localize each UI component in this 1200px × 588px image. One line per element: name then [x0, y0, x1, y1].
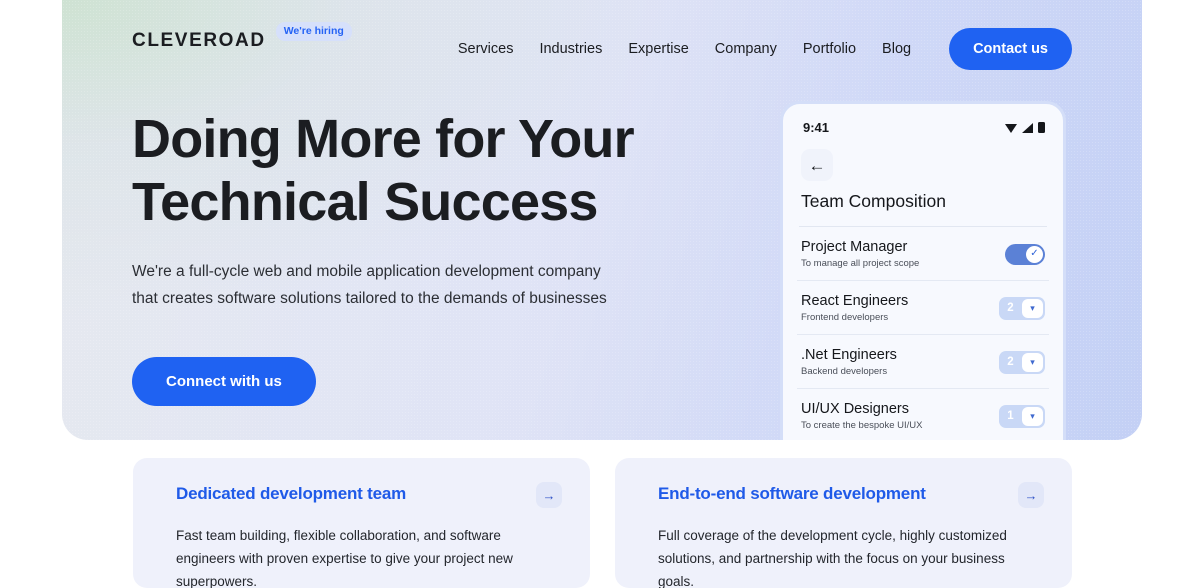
list-item[interactable]: UI/UX Designers To create the bespoke UI… [797, 389, 1049, 440]
team-composition-list: Project Manager To manage all project sc… [783, 227, 1063, 440]
chevron-down-icon[interactable]: ▾ [1022, 352, 1043, 372]
status-icon-group [1005, 122, 1045, 133]
arrow-right-icon[interactable]: → [1018, 482, 1044, 508]
brand-logo: CLEVEROAD [132, 30, 266, 51]
toggle-knob: ✓ [1026, 245, 1043, 263]
hero-subtitle: We're a full-cycle web and mobile applic… [132, 259, 732, 313]
nav-item-blog[interactable]: Blog [882, 41, 911, 57]
headline-line-1: Doing More for Your [132, 109, 635, 169]
list-item[interactable]: Project Manager To manage all project sc… [797, 227, 1049, 281]
react-engineers-stepper[interactable]: 2 ▾ [999, 296, 1045, 320]
hero-content: Doing More for Your Technical Success We… [132, 108, 732, 406]
role-name: UI/UX Designers [801, 401, 909, 417]
chevron-down-icon[interactable]: ▾ [1022, 406, 1043, 426]
project-manager-toggle[interactable]: ✓ [1005, 243, 1045, 265]
feature-cards: Dedicated development team → Fast team b… [133, 458, 1072, 588]
stepper-count: 2 [1007, 302, 1014, 314]
card-dedicated-development-team[interactable]: Dedicated development team → Fast team b… [133, 458, 590, 588]
arrow-right-icon[interactable]: → [536, 482, 562, 508]
card-description: Fast team building, flexible collaborati… [176, 528, 513, 588]
nav-item-services[interactable]: Services [458, 41, 514, 57]
role-name: Project Manager [801, 239, 908, 255]
main-nav: Services Industries Expertise Company Po… [458, 28, 1072, 70]
back-button[interactable]: ← [801, 149, 833, 181]
page-root: CLEVEROAD We're hiring Services Industri… [0, 0, 1200, 588]
net-engineers-stepper[interactable]: 2 ▾ [999, 350, 1045, 374]
role-name: .Net Engineers [801, 347, 897, 363]
nav-item-industries[interactable]: Industries [539, 41, 602, 57]
role-text-group: .Net Engineers Backend developers [801, 347, 897, 377]
chevron-down-icon[interactable]: ▾ [1022, 298, 1043, 318]
list-item[interactable]: .Net Engineers Backend developers 2 ▾ [797, 335, 1049, 389]
battery-icon [1038, 122, 1045, 133]
nav-item-company[interactable]: Company [715, 41, 777, 57]
role-text-group: Project Manager To manage all project sc… [801, 239, 919, 269]
wifi-icon [1005, 124, 1017, 133]
role-description: Frontend developers [801, 312, 889, 323]
connect-with-us-button[interactable]: Connect with us [132, 356, 316, 406]
role-text-group: UI/UX Designers To create the bespoke UI… [801, 401, 922, 431]
contact-us-button[interactable]: Contact us [949, 28, 1072, 70]
back-arrow-icon: ← [808, 155, 826, 175]
role-description: To manage all project scope [801, 258, 920, 269]
card-description: Full coverage of the development cycle, … [658, 528, 1007, 588]
nav-item-portfolio[interactable]: Portfolio [803, 41, 856, 57]
list-item[interactable]: React Engineers Frontend developers 2 ▾ [797, 281, 1049, 335]
role-text-group: React Engineers Frontend developers [801, 293, 908, 323]
page-title: Doing More for Your Technical Success [132, 108, 732, 233]
signal-icon [1022, 123, 1033, 133]
card-title: End-to-end software development [658, 484, 926, 503]
role-name: React Engineers [801, 293, 909, 309]
check-icon: ✓ [1030, 248, 1039, 259]
role-description: Backend developers [801, 366, 888, 377]
hero-section: CLEVEROAD We're hiring Services Industri… [62, 0, 1142, 440]
top-navigation-bar: CLEVEROAD We're hiring Services Industri… [62, 0, 1142, 96]
stepper-count: 2 [1007, 356, 1014, 368]
card-header: End-to-end software development → [658, 482, 1044, 508]
card-end-to-end-software-development[interactable]: End-to-end software development → Full c… [615, 458, 1072, 588]
screen-title: Team Composition [801, 191, 946, 211]
card-header: Dedicated development team → [176, 482, 562, 508]
subtitle-line-1: We're a full-cycle web and mobile applic… [132, 263, 601, 281]
phone-mockup: 9:41 ← Team Composition Project Manager … [780, 101, 1066, 440]
uiux-designers-stepper[interactable]: 1 ▾ [999, 404, 1045, 428]
hiring-badge[interactable]: We're hiring [275, 22, 352, 41]
card-title: Dedicated development team [176, 484, 407, 503]
brand-logo-group[interactable]: CLEVEROAD We're hiring [132, 22, 352, 52]
stepper-count: 1 [1007, 410, 1014, 422]
nav-item-expertise[interactable]: Expertise [628, 41, 688, 57]
headline-line-2: Technical Success [132, 171, 598, 232]
subtitle-line-2: that creates software solutions tailored… [132, 290, 607, 308]
role-description: To create the bespoke UI/UX [801, 420, 923, 431]
phone-status-bar: 9:41 [783, 104, 1063, 141]
status-time: 9:41 [803, 120, 830, 135]
